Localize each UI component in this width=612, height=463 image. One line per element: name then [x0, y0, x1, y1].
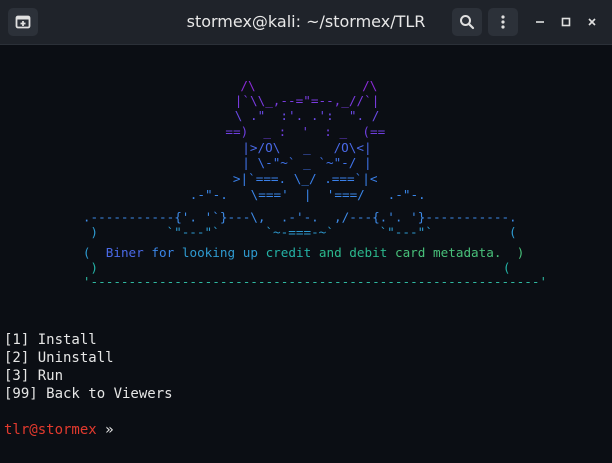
menu-item-install: [1] Install [4, 332, 97, 348]
prompt-user: tlr@stormex [4, 422, 97, 438]
menu-item-uninstall: [2] Uninstall [4, 350, 114, 366]
prompt-line: tlr@stormex » [4, 421, 114, 439]
menu-item-run: [3] Run [4, 368, 64, 384]
menu-item-back: [99] Back to Viewers [4, 386, 173, 402]
terminal-window: stormex@kali: ~/stormex/TLR /\ /\ |`\\_,… [0, 0, 612, 463]
terminal-output[interactable]: [1] Install [2] Uninstall [3] Run [99] B… [0, 45, 612, 463]
prompt-symbol: » [96, 422, 114, 438]
